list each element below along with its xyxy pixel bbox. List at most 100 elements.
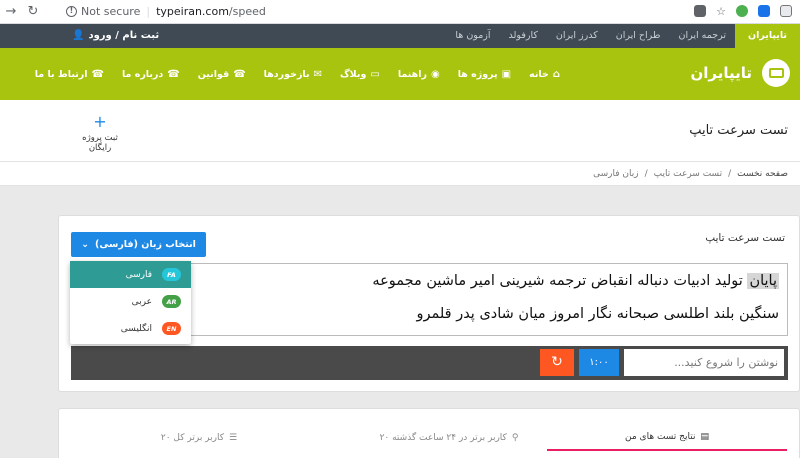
nav-label: وبلاگ [339,68,367,80]
back-arrow-icon[interactable]: → [0,4,22,19]
address-bar[interactable]: typeiran.com/speed [156,5,266,18]
keyboard-icon [762,59,790,87]
url-separator: | [146,5,151,18]
tab-top-all[interactable]: ۲۰ کاربر برتر کل ☰ [139,425,259,451]
nav-label: ارتباط با ما [34,68,88,80]
translate-icon[interactable] [694,5,707,17]
language-badge: FA [162,268,181,281]
results-card: نتایج تست های من ▤ ۲۰ کاربر برتر در ۲۴ س… [58,408,800,458]
tab-my-results[interactable]: نتایج تست های من ▤ [547,425,787,451]
nav-home[interactable]: ⌂ خانه [529,69,560,80]
network-tab-tarah[interactable]: طراح ایران [607,24,670,48]
phone-icon: ☎ [91,68,104,80]
language-option-ar[interactable]: عربی AR [70,288,191,315]
language-label: انگلیسی [120,323,152,334]
breadcrumb-current: زبان فارسی [593,169,639,179]
reload-icon[interactable]: ↻ [22,4,44,19]
nav-label: پروژه ها [457,68,498,80]
chevron-down-icon: ⌄ [81,239,90,250]
nav-label: راهنما [397,68,427,80]
breadcrumb-typing-test[interactable]: تست سرعت تایپ [654,162,722,186]
typing-controls: نوشتن را شروع کنید... ۱:۰۰ ↻ [71,346,788,380]
nav-rules[interactable]: ☎ قوانین [198,69,246,80]
page-title-bar: تست سرعت تایپ + ثبت پروژه رایگان [0,100,800,162]
phone-icon: ☎ [167,68,180,80]
nav-contact[interactable]: ☎ ارتباط با ما [35,69,104,80]
url-host: typeiran.com [156,5,229,18]
language-select-button[interactable]: ⌄ انتخاب زبان (فارسی) [71,232,206,257]
network-tab-typeiran[interactable]: تایپایران [735,24,800,48]
tab-label: نتایج تست های من [625,432,696,442]
current-word: پایان [747,273,779,289]
site-header: تایپایران ⌂ خانه ▣ پروژه ها ◉ راهنما ▭ وبلاگ… [0,48,800,100]
security-indicator[interactable]: ! Not secure [66,5,140,18]
network-tab-karfold[interactable]: کارفولد [500,24,547,48]
nav-guide[interactable]: ◉ راهنما [398,69,440,80]
typing-input[interactable]: نوشتن را شروع کنید... [624,349,784,376]
clipboard-icon: ▤ [700,432,709,442]
browser-toolbar: → ↻ ! Not secure | typeiran.com/speed ☆ [0,0,800,24]
nav-projects[interactable]: ▣ پروژه ها [458,69,511,80]
page-title: تست سرعت تایپ [689,123,788,138]
language-badge: EN [162,322,181,335]
extension-icon[interactable] [758,5,770,17]
network-tabs: تایپایران ترجمه ایران طراح ایران کدرز ای… [446,24,800,48]
nav-label: بازخوردها [263,68,310,80]
trophy-icon: ⚲ [511,433,519,443]
breadcrumb-separator: / [728,169,732,179]
security-label: Not secure [81,5,141,18]
phone-icon: ☎ [233,68,246,80]
extension-icon[interactable] [736,5,748,17]
globe-icon: ◉ [430,68,440,80]
restart-button[interactable]: ↻ [540,349,574,376]
language-dropdown: فارسی FA عربی AR انگلیسی EN [70,261,191,344]
breadcrumb: صفحه نخست / تست سرعت تایپ / زبان فارسی [0,162,800,186]
free-project-button[interactable]: + ثبت پروژه رایگان [70,112,130,154]
logo-text: تایپایران [690,64,752,82]
text-line-1: پایان تولید ادبیات دنباله انقباض ترجمه ش… [372,273,779,289]
nav-about[interactable]: ☎ درباره ما [122,69,180,80]
briefcase-icon: ▣ [501,68,512,80]
language-select-label: انتخاب زبان (فارسی) [95,239,196,250]
refresh-icon: ↻ [551,354,563,370]
free-project-label: ثبت پروژه رایگان [82,133,118,153]
results-tabs: نتایج تست های من ▤ ۲۰ کاربر برتر در ۲۴ س… [59,425,800,451]
nav-label: درباره ما [121,68,164,80]
profile-icon[interactable] [780,5,792,17]
language-badge: AR [162,295,181,308]
card-title: تست سرعت تایپ [705,232,785,244]
tab-label: ۲۰ کاربر برتر کل [160,433,225,443]
list-icon: ☰ [229,433,238,443]
nav-feedback[interactable]: ✉ بازخوردها [264,69,322,80]
login-label: ثبت نام / ورود [88,30,160,41]
text-line-2: سنگین بلند اطلسی صبحانه نگار امروز میان … [416,306,779,322]
url-path: /speed [228,5,266,18]
login-link[interactable]: 👤 ثبت نام / ورود [72,24,159,48]
monitor-icon: ▭ [370,68,380,80]
home-icon: ⌂ [552,68,560,80]
user-icon: 👤 [72,30,85,41]
nav-label: قوانین [197,68,230,80]
timer-display: ۱:۰۰ [579,349,619,376]
breadcrumb-home[interactable]: صفحه نخست [737,162,788,186]
nav-label: خانه [529,68,549,80]
text-line-1-rest: تولید ادبیات دنباله انقباض ترجمه شیرینی … [372,273,743,289]
language-label: عربی [131,296,152,307]
tab-label: ۲۰ کاربر برتر در ۲۴ ساعت گذشته [379,433,507,443]
star-icon[interactable]: ☆ [716,5,726,18]
nav-blog[interactable]: ▭ وبلاگ [340,69,380,80]
language-label: فارسی [125,269,152,280]
tab-top-24h[interactable]: ۲۰ کاربر برتر در ۲۴ ساعت گذشته ⚲ [359,425,539,451]
language-option-en[interactable]: انگلیسی EN [70,315,191,342]
main-nav: ⌂ خانه ▣ پروژه ها ◉ راهنما ▭ وبلاگ ✉ بازخورده… [35,48,560,100]
language-option-fa[interactable]: فارسی FA [70,261,191,288]
breadcrumb-separator: / [644,169,648,179]
warning-icon: ! [66,6,77,17]
plus-icon: + [93,112,107,131]
network-tab-tarjome[interactable]: ترجمه ایران [669,24,735,48]
comment-icon: ✉ [313,68,322,80]
site-logo[interactable]: تایپایران [690,59,790,87]
top-network-bar: 👤 ثبت نام / ورود تایپایران ترجمه ایران ط… [0,24,800,48]
network-tab-coders[interactable]: کدرز ایران [547,24,607,48]
network-tab-azmoon[interactable]: آزمون ها [446,24,499,48]
